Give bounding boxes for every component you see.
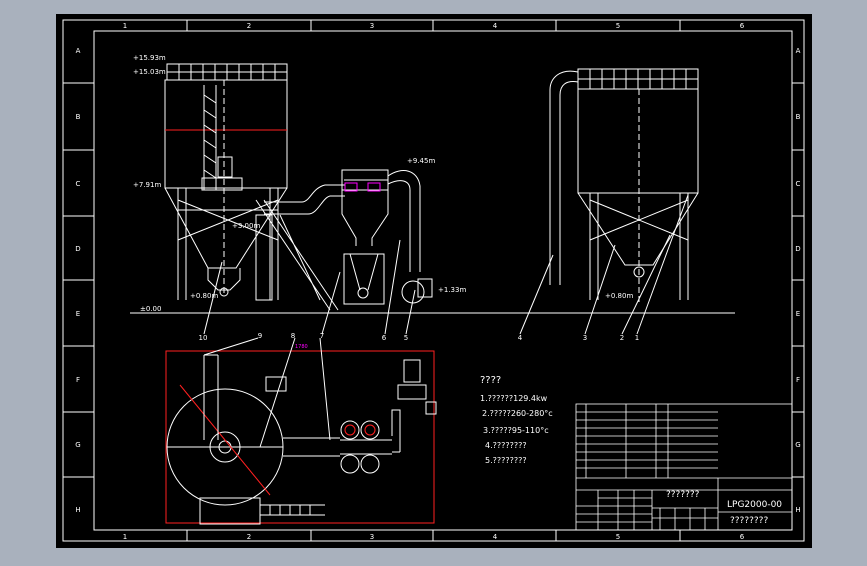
callout-2: 2 xyxy=(620,334,624,342)
col-label-top-1: 1 xyxy=(123,22,127,30)
col-label-top-5: 5 xyxy=(616,22,620,30)
row-label-right-E: E xyxy=(796,310,800,318)
col-label-bottom-4: 4 xyxy=(493,533,498,541)
col-label-bottom-5: 5 xyxy=(616,533,620,541)
row-label-left-C: C xyxy=(76,180,81,188)
row-label-left-H: H xyxy=(75,506,80,514)
callout-6: 6 xyxy=(382,334,387,342)
note-5: 5.???????? xyxy=(485,456,527,465)
col-label-bottom-1: 1 xyxy=(123,533,127,541)
drawing-name: ??????? xyxy=(666,490,700,500)
note-3: 3.?????95-110°c xyxy=(483,426,549,435)
elev-ring: +3.00m xyxy=(232,222,260,230)
drawing-canvas: 1 2 3 4 5 6 1 2 3 4 5 6 A B C D E F G H … xyxy=(56,14,812,548)
note-1: 1.??????129.4kw xyxy=(480,394,548,403)
callout-3: 3 xyxy=(583,334,587,342)
plan-dimension: 1780 xyxy=(295,344,308,350)
row-label-right-D: D xyxy=(795,245,800,253)
elev-top-2: +15.03m xyxy=(133,68,166,76)
drawing-number: LPG2000-00 xyxy=(727,500,782,510)
col-label-top-4: 4 xyxy=(493,22,498,30)
row-label-left-B: B xyxy=(76,113,81,121)
row-label-left-E: E xyxy=(76,310,80,318)
col-label-bottom-3: 3 xyxy=(370,533,374,541)
callout-4: 4 xyxy=(518,334,523,342)
row-label-right-B: B xyxy=(796,113,801,121)
row-label-left-A: A xyxy=(76,47,81,55)
row-label-right-H: H xyxy=(795,506,800,514)
col-label-bottom-2: 2 xyxy=(247,533,251,541)
note-2: 2.?????260-280°c xyxy=(482,409,553,418)
row-label-left-D: D xyxy=(75,245,80,253)
row-label-right-G: G xyxy=(795,441,800,449)
row-label-right-F: F xyxy=(796,376,800,384)
elev-discharge-right: +0.80m xyxy=(605,292,633,300)
col-label-top-3: 3 xyxy=(370,22,374,30)
row-label-left-F: F xyxy=(76,376,80,384)
elev-cyclone-top: +9.45m xyxy=(407,157,435,165)
row-label-right-A: A xyxy=(796,47,801,55)
company-name: ???????? xyxy=(730,516,768,526)
row-label-right-C: C xyxy=(796,180,801,188)
note-4: 4.???????? xyxy=(485,441,527,450)
col-label-bottom-6: 6 xyxy=(740,533,745,541)
notes-title: ???? xyxy=(480,375,501,386)
cad-drawing-viewport: 1 2 3 4 5 6 1 2 3 4 5 6 A B C D E F G H … xyxy=(0,0,867,562)
callout-1: 1 xyxy=(635,334,639,342)
callout-9: 9 xyxy=(258,332,262,340)
elev-ground: ±0.00 xyxy=(140,305,161,313)
col-label-top-6: 6 xyxy=(740,22,745,30)
elev-top-1: +15.93m xyxy=(133,54,166,62)
elev-discharge-left: +0.80m xyxy=(190,292,218,300)
col-label-top-2: 2 xyxy=(247,22,251,30)
callout-10: 10 xyxy=(199,334,208,342)
elev-fan: +1.33m xyxy=(438,286,466,294)
row-label-left-G: G xyxy=(75,441,80,449)
elev-mid: +7.91m xyxy=(133,181,161,189)
callout-5: 5 xyxy=(404,334,408,342)
